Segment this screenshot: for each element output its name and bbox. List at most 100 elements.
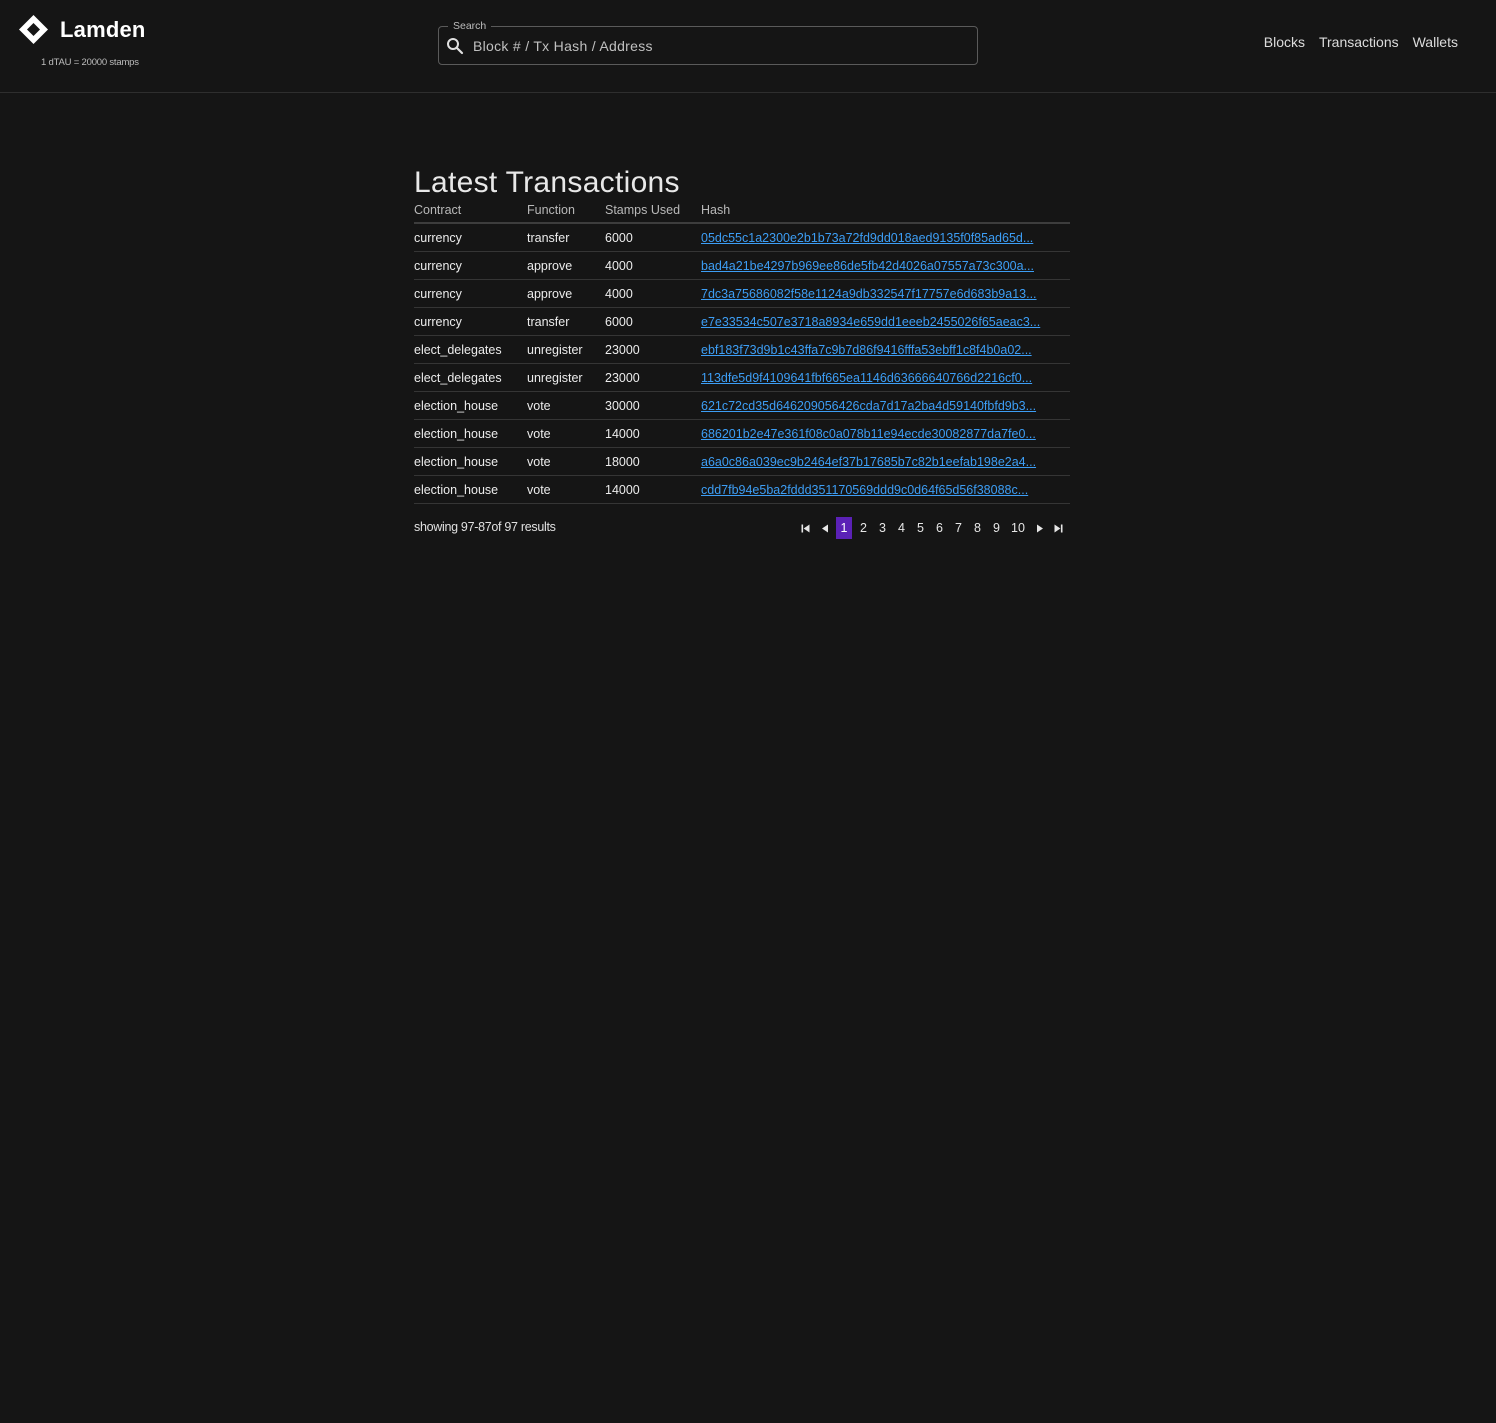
prev-page-icon: [821, 521, 829, 535]
cell-hash: cdd7fb94e5ba2fddd351170569ddd9c0d64f65d5…: [701, 475, 1070, 504]
tx-hash-link[interactable]: 7dc3a75686082f58e1124a9db332547f17757e6d…: [701, 287, 1037, 301]
page-7-button[interactable]: 7: [949, 517, 968, 539]
diamond-logo-icon: [18, 14, 49, 45]
column-header-contract: Contract: [414, 203, 527, 224]
cell-hash: bad4a21be4297b969ee86de5fb42d4026a07557a…: [701, 251, 1070, 280]
nav-blocks[interactable]: Blocks: [1264, 34, 1305, 50]
cell-function: approve: [527, 251, 605, 280]
table-row: currency approve 4000 bad4a21be4297b969ee86…: [414, 251, 1070, 280]
page-5-button[interactable]: 5: [911, 517, 930, 539]
cell-function: vote: [527, 475, 605, 504]
cell-function: transfer: [527, 223, 605, 252]
page-2-button[interactable]: 2: [854, 517, 873, 539]
page-1-button[interactable]: 1: [836, 517, 852, 539]
column-header-function: Function: [527, 203, 605, 224]
page-9-button[interactable]: 9: [987, 517, 1006, 539]
tx-hash-link[interactable]: 686201b2e47e361f08c0a078b11e94ecde300828…: [701, 427, 1036, 441]
table-row: election_house vote 30000 621c72cd35d646209…: [414, 391, 1070, 420]
table-header: Contract Function Stamps Used Hash: [414, 203, 1070, 224]
cell-hash: a6a0c86a039ec9b2464ef37b17685b7c82b1eefa…: [701, 447, 1070, 476]
column-header-hash: Hash: [701, 203, 1070, 224]
tx-hash-link[interactable]: bad4a21be4297b969ee86de5fb42d4026a07557a…: [701, 259, 1034, 273]
pagination: 1 2 3 4 5 6 7 8 9 10: [796, 517, 1068, 539]
cell-stamps: 14000: [605, 475, 701, 504]
tx-hash-link[interactable]: a6a0c86a039ec9b2464ef37b17685b7c82b1eefa…: [701, 455, 1036, 469]
cell-hash: 05dc55c1a2300e2b1b73a72fd9dd018aed9135f0…: [701, 223, 1070, 252]
nav-wallets[interactable]: Wallets: [1413, 34, 1458, 50]
cell-contract: currency: [414, 307, 527, 336]
page-8-button[interactable]: 8: [968, 517, 987, 539]
tx-hash-link[interactable]: 05dc55c1a2300e2b1b73a72fd9dd018aed9135f0…: [701, 231, 1033, 245]
last-page-icon: [1054, 521, 1063, 535]
cell-function: vote: [527, 391, 605, 420]
cell-function: vote: [527, 447, 605, 476]
search-label: Search: [448, 19, 492, 33]
transactions-table: Contract Function Stamps Used Hash curre…: [414, 203, 1070, 504]
cell-stamps: 6000: [605, 307, 701, 336]
page-3-button[interactable]: 3: [873, 517, 892, 539]
brand-name: Lamden: [60, 16, 146, 42]
cell-contract: currency: [414, 251, 527, 280]
logo[interactable]: Lamden: [18, 14, 146, 45]
cell-contract: elect_delegates: [414, 363, 527, 392]
next-page-icon: [1036, 521, 1044, 535]
cell-contract: election_house: [414, 419, 527, 448]
table-row: elect_delegates unregister 23000 113dfe5d9f…: [414, 363, 1070, 392]
tx-hash-link[interactable]: 113dfe5d9f4109641fbf665ea1146d6366664076…: [701, 371, 1032, 385]
cell-stamps: 18000: [605, 447, 701, 476]
search-box: Search: [438, 19, 978, 65]
search-input[interactable]: [473, 35, 963, 57]
table-row: election_house vote 14000 cdd7fb94e5ba2fddd…: [414, 475, 1070, 504]
table-row: election_house vote 14000 686201b2e47e361f0…: [414, 419, 1070, 448]
page-10-button[interactable]: 10: [1006, 517, 1030, 539]
column-header-stamps: Stamps Used: [605, 203, 701, 224]
cell-hash: e7e33534c507e3718a8934e659dd1eeeb2455026…: [701, 307, 1070, 336]
cell-function: vote: [527, 419, 605, 448]
next-page-button[interactable]: [1030, 517, 1049, 539]
cell-function: transfer: [527, 307, 605, 336]
tx-hash-link[interactable]: cdd7fb94e5ba2fddd351170569ddd9c0d64f65d5…: [701, 483, 1028, 497]
cell-function: unregister: [527, 363, 605, 392]
cell-hash: 113dfe5d9f4109641fbf665ea1146d6366664076…: [701, 363, 1070, 392]
cell-stamps: 4000: [605, 279, 701, 308]
cell-contract: election_house: [414, 475, 527, 504]
table-row: currency approve 4000 7dc3a75686082f58e1124…: [414, 279, 1070, 308]
tx-hash-link[interactable]: 621c72cd35d646209056426cda7d17a2ba4d5914…: [701, 399, 1036, 413]
cell-stamps: 14000: [605, 419, 701, 448]
last-page-button[interactable]: [1049, 517, 1068, 539]
cell-function: approve: [527, 279, 605, 308]
table-footer: showing 97-87of 97 results 1 2 3 4 5 6 7 8 9 10: [414, 517, 1070, 547]
page-4-button[interactable]: 4: [892, 517, 911, 539]
first-page-icon: [801, 521, 810, 535]
main-nav: Blocks Transactions Wallets: [1264, 34, 1458, 50]
search-icon: [446, 37, 464, 55]
table-row: currency transfer 6000 05dc55c1a2300e2b1b73…: [414, 223, 1070, 252]
table-row: currency transfer 6000 e7e33534c507e3718a89…: [414, 307, 1070, 336]
page-title: Latest Transactions: [414, 166, 680, 199]
stamp-rate: 1 dTAU = 20000 stamps: [41, 57, 139, 68]
cell-hash: 686201b2e47e361f08c0a078b11e94ecde300828…: [701, 419, 1070, 448]
cell-hash: ebf183f73d9b1c43ffa7c9b7d86f9416fffa53eb…: [701, 335, 1070, 364]
nav-transactions[interactable]: Transactions: [1319, 34, 1399, 50]
cell-stamps: 23000: [605, 363, 701, 392]
page-6-button[interactable]: 6: [930, 517, 949, 539]
tx-hash-link[interactable]: ebf183f73d9b1c43ffa7c9b7d86f9416fffa53eb…: [701, 343, 1032, 357]
table-row: election_house vote 18000 a6a0c86a039ec9b24…: [414, 447, 1070, 476]
cell-stamps: 23000: [605, 335, 701, 364]
prev-page-button[interactable]: [815, 517, 834, 539]
cell-contract: currency: [414, 279, 527, 308]
table-row: elect_delegates unregister 23000 ebf183f73d…: [414, 335, 1070, 364]
cell-hash: 621c72cd35d646209056426cda7d17a2ba4d5914…: [701, 391, 1070, 420]
cell-contract: elect_delegates: [414, 335, 527, 364]
results-summary: showing 97-87of 97 results: [414, 520, 556, 534]
cell-hash: 7dc3a75686082f58e1124a9db332547f17757e6d…: [701, 279, 1070, 308]
top-bar: Lamden 1 dTAU = 20000 stamps Search Bloc…: [0, 0, 1496, 93]
tx-hash-link[interactable]: e7e33534c507e3718a8934e659dd1eeeb2455026…: [701, 315, 1040, 329]
cell-stamps: 30000: [605, 391, 701, 420]
cell-contract: currency: [414, 223, 527, 252]
cell-stamps: 4000: [605, 251, 701, 280]
cell-stamps: 6000: [605, 223, 701, 252]
cell-contract: election_house: [414, 447, 527, 476]
cell-function: unregister: [527, 335, 605, 364]
first-page-button[interactable]: [796, 517, 815, 539]
